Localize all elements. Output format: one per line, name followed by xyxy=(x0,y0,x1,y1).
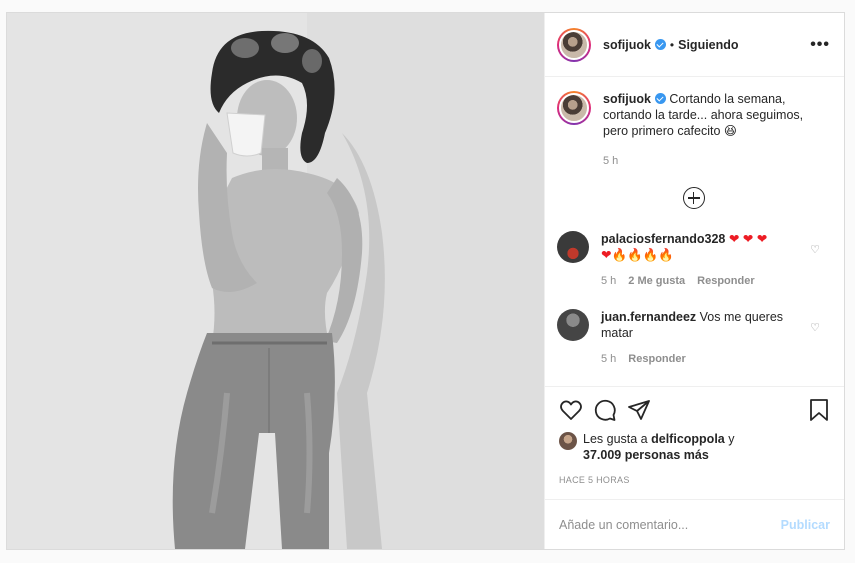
comment-icon[interactable] xyxy=(593,398,617,422)
heart-icon[interactable] xyxy=(559,398,583,422)
comment-like-heart-icon[interactable]: ♡ xyxy=(810,243,820,256)
load-more-comments[interactable] xyxy=(557,187,830,209)
comment-input[interactable] xyxy=(559,517,781,532)
caption-time[interactable]: 5 h xyxy=(603,153,618,169)
comment-time[interactable]: 5 h xyxy=(601,351,616,367)
publish-button[interactable]: Publicar xyxy=(781,518,830,532)
comment-text-fire: 🔥🔥🔥🔥 xyxy=(611,248,674,262)
follow-status-button[interactable]: Siguiendo xyxy=(678,38,738,52)
post-dialog: sofijuok • Siguiendo ••• sofijuok Cortan… xyxy=(6,12,845,550)
comment-item: juan.fernandeez Vos me queres matar 5 h … xyxy=(557,309,830,367)
caption-avatar[interactable] xyxy=(557,91,591,125)
likes-summary: Les gusta a delficoppola y 37.009 person… xyxy=(559,431,830,463)
verified-badge-icon xyxy=(654,39,666,50)
liker-username[interactable]: delficoppola xyxy=(651,432,725,446)
add-comment-bar: Publicar xyxy=(545,499,844,549)
commenter-avatar[interactable] xyxy=(557,309,589,341)
more-options-icon[interactable]: ••• xyxy=(810,36,830,54)
comment-text: ❤ ❤ ❤ xyxy=(728,232,768,246)
likes-prefix: Les gusta a xyxy=(583,432,648,446)
comment-likes[interactable]: 2 Me gusta xyxy=(628,273,685,289)
caption-row: sofijuok Cortando la semana, cortando la… xyxy=(557,91,830,169)
author-avatar[interactable] xyxy=(557,27,591,62)
separator: • xyxy=(669,37,675,52)
reply-button[interactable]: Responder xyxy=(628,351,685,367)
bookmark-icon[interactable] xyxy=(808,398,830,422)
comment-username[interactable]: juan.fernandeez xyxy=(601,310,696,324)
post-timestamp[interactable]: HACE 5 HORAS xyxy=(559,475,830,499)
photo-illustration xyxy=(7,13,544,549)
verified-badge-icon xyxy=(654,93,666,104)
comment-username[interactable]: palaciosfernando328 xyxy=(601,232,725,246)
author-username[interactable]: sofijuok xyxy=(603,38,651,52)
likes-count[interactable]: 37.009 personas más xyxy=(583,448,709,462)
commenter-avatar[interactable] xyxy=(557,231,589,263)
likes-conjunction: y xyxy=(728,432,735,446)
post-side-panel: sofijuok • Siguiendo ••• sofijuok Cortan… xyxy=(544,13,844,549)
post-actions: Les gusta a delficoppola y 37.009 person… xyxy=(545,386,844,499)
post-header: sofijuok • Siguiendo ••• xyxy=(545,13,844,77)
comment-like-heart-icon[interactable]: ♡ xyxy=(810,321,820,334)
caption-username[interactable]: sofijuok xyxy=(603,92,651,106)
post-photo[interactable] xyxy=(7,13,544,549)
share-icon[interactable] xyxy=(627,398,651,422)
comment-time[interactable]: 5 h xyxy=(601,273,616,289)
liker-avatar[interactable] xyxy=(559,432,577,450)
reply-button[interactable]: Responder xyxy=(697,273,754,289)
comments-list: sofijuok Cortando la semana, cortando la… xyxy=(545,77,844,386)
comment-text-hearts: ❤ xyxy=(601,248,612,262)
plus-circle-icon[interactable] xyxy=(682,187,705,209)
caption-emoji: 😆 xyxy=(723,124,737,138)
comment-item: palaciosfernando328 ❤ ❤ ❤ ❤🔥🔥🔥🔥 5 h 2 Me… xyxy=(557,231,830,289)
